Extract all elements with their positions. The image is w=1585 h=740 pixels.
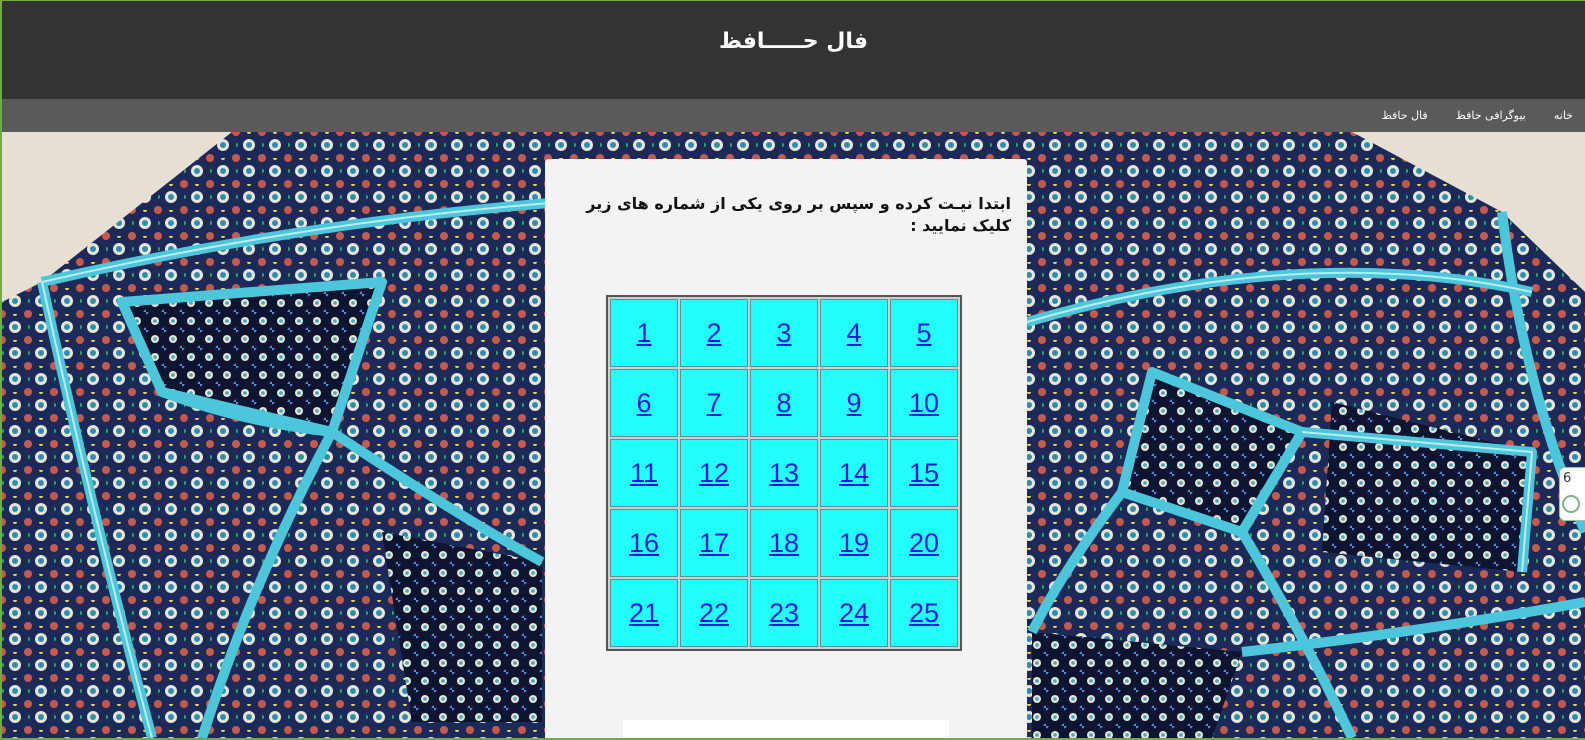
grid-cell: 2 — [680, 299, 748, 367]
grid-cell: 13 — [750, 439, 818, 507]
grid-cell: 3 — [750, 299, 818, 367]
number-link-23[interactable]: 23 — [769, 598, 799, 628]
grid-cell: 16 — [610, 509, 678, 577]
grid-cell: 8 — [750, 369, 818, 437]
grid-row: 1 2 3 4 5 — [610, 299, 958, 367]
number-grid: 1 2 3 4 5 6 7 8 9 10 11 12 13 14 15 16 1… — [606, 295, 962, 651]
grid-row: 16 17 18 19 20 — [610, 509, 958, 577]
nav-item-biography[interactable]: بیوگرافی حافظ — [1442, 99, 1540, 132]
number-link-20[interactable]: 20 — [909, 528, 939, 558]
number-link-25[interactable]: 25 — [909, 598, 939, 628]
side-chat-widget[interactable]: 6 — [1559, 467, 1585, 521]
grid-row: 21 22 23 24 25 — [610, 579, 958, 647]
number-link-6[interactable]: 6 — [636, 388, 651, 418]
widget-circle-icon — [1562, 495, 1580, 513]
number-link-5[interactable]: 5 — [916, 318, 931, 348]
grid-cell: 20 — [890, 509, 958, 577]
number-link-10[interactable]: 10 — [909, 388, 939, 418]
number-link-3[interactable]: 3 — [776, 318, 791, 348]
grid-cell: 11 — [610, 439, 678, 507]
grid-cell: 14 — [820, 439, 888, 507]
bottom-content-box — [623, 720, 949, 738]
grid-cell: 15 — [890, 439, 958, 507]
nav-item-fal-hafez[interactable]: فال حافظ — [1368, 99, 1442, 132]
site-header: فال حـــــافظ — [2, 1, 1585, 99]
grid-cell: 25 — [890, 579, 958, 647]
number-link-22[interactable]: 22 — [699, 598, 729, 628]
grid-cell: 22 — [680, 579, 748, 647]
grid-cell: 24 — [820, 579, 888, 647]
grid-cell: 21 — [610, 579, 678, 647]
grid-cell: 4 — [820, 299, 888, 367]
grid-cell: 18 — [750, 509, 818, 577]
page-frame: فال حـــــافظ خانه بیوگرافی حافظ فال حاف… — [2, 1, 1585, 738]
number-link-17[interactable]: 17 — [699, 528, 729, 558]
number-link-13[interactable]: 13 — [769, 458, 799, 488]
grid-row: 11 12 13 14 15 — [610, 439, 958, 507]
grid-cell: 1 — [610, 299, 678, 367]
number-link-9[interactable]: 9 — [846, 388, 861, 418]
number-link-16[interactable]: 16 — [629, 528, 659, 558]
number-link-21[interactable]: 21 — [629, 598, 659, 628]
grid-cell: 17 — [680, 509, 748, 577]
grid-cell: 9 — [820, 369, 888, 437]
grid-cell: 23 — [750, 579, 818, 647]
number-link-15[interactable]: 15 — [909, 458, 939, 488]
content-panel: ابتدا نیـت کرده و سپس بر روی یکی از شمار… — [545, 159, 1027, 738]
side-widget-label: 6 — [1563, 471, 1572, 486]
number-link-18[interactable]: 18 — [769, 528, 799, 558]
grid-cell: 5 — [890, 299, 958, 367]
number-link-2[interactable]: 2 — [706, 318, 721, 348]
grid-cell: 19 — [820, 509, 888, 577]
site-title: فال حـــــافظ — [718, 29, 869, 54]
grid-cell: 10 — [890, 369, 958, 437]
number-link-24[interactable]: 24 — [839, 598, 869, 628]
number-link-11[interactable]: 11 — [630, 458, 658, 488]
number-link-19[interactable]: 19 — [839, 528, 869, 558]
number-link-12[interactable]: 12 — [699, 458, 729, 488]
instruction-text: ابتدا نیـت کرده و سپس بر روی یکی از شمار… — [586, 194, 1011, 235]
grid-cell: 12 — [680, 439, 748, 507]
nav-item-home[interactable]: خانه — [1540, 99, 1585, 132]
number-link-4[interactable]: 4 — [846, 318, 861, 348]
grid-row: 6 7 8 9 10 — [610, 369, 958, 437]
number-link-7[interactable]: 7 — [706, 388, 721, 418]
main-nav: خانه بیوگرافی حافظ فال حافظ — [2, 99, 1585, 132]
number-link-8[interactable]: 8 — [776, 388, 791, 418]
grid-cell: 7 — [680, 369, 748, 437]
number-link-14[interactable]: 14 — [839, 458, 869, 488]
number-link-1[interactable]: 1 — [636, 318, 651, 348]
grid-cell: 6 — [610, 369, 678, 437]
